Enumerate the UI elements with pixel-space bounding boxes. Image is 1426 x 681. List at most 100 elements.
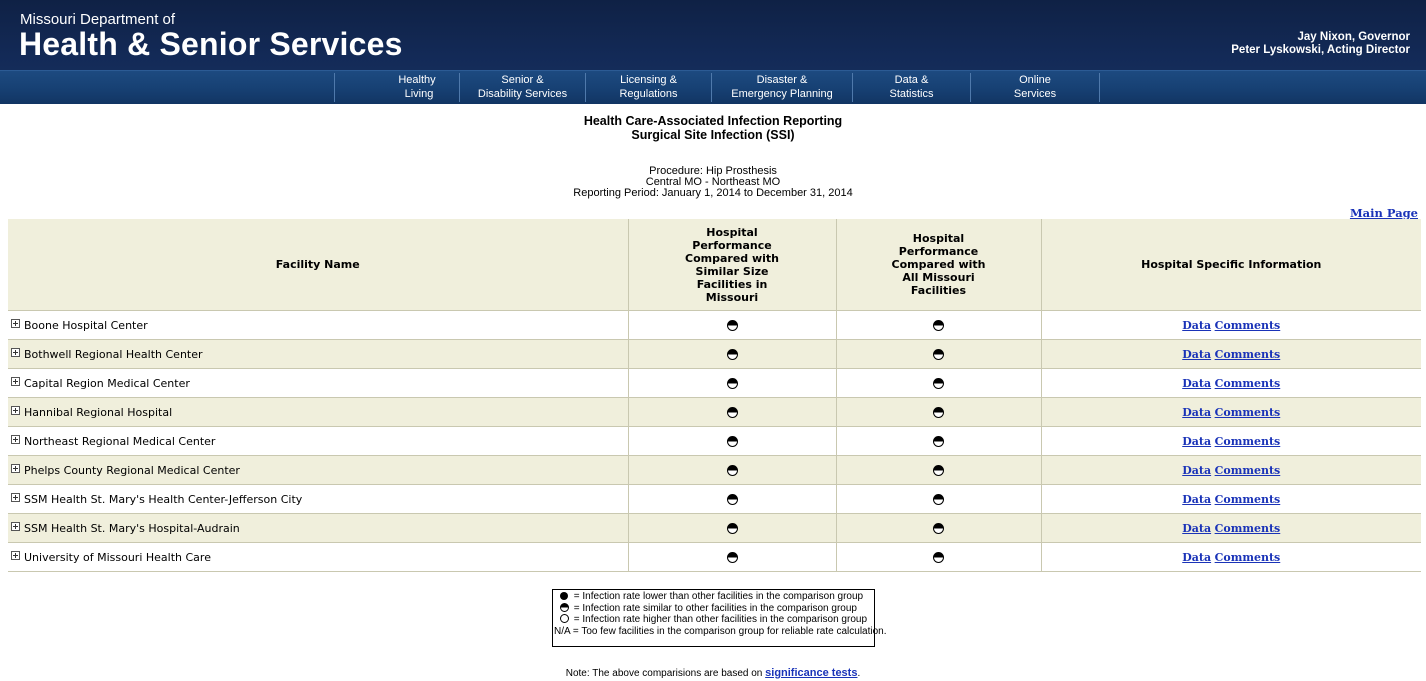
expand-icon[interactable] [11,434,20,444]
header-label: Hospital Performance Compared with All M… [891,232,986,297]
nav-disaster-emergency-planning[interactable]: Disaster & Emergency Planning [712,73,852,101]
facility-name: Capital Region Medical Center [24,376,190,390]
nav-healthy-living[interactable]: Healthy Living [335,73,459,101]
nav-label: Data & [894,74,929,86]
nav-senior-disability-services[interactable]: Senior & Disability Services [460,73,585,101]
facility-name: SSM Health St. Mary's Hospital-Audrain [24,521,240,535]
nav-online-services[interactable]: Online Services [971,73,1099,101]
data-link[interactable]: Data [1182,522,1211,535]
data-link[interactable]: Data [1182,493,1211,506]
hospital-info-cell: Data Comments [1040,310,1421,340]
half-circle-icon [726,523,738,534]
footnote: Note: The above comparisions are based o… [0,667,1426,680]
header-label: Hospital Specific Information [1141,258,1322,271]
all-missouri-cell [835,397,1041,427]
similar-size-cell [627,426,836,456]
facility-cell: Bothwell Regional Health Center [8,339,628,369]
legend-row-na: N/A = Too few facilities in the comparis… [554,625,887,638]
data-link[interactable]: Data [1182,406,1211,419]
facility-cell: Northeast Regional Medical Center [8,426,628,456]
agency-name-logo[interactable]: Health & Senior Services [19,26,403,63]
data-link[interactable]: Data [1182,319,1211,332]
expand-icon[interactable] [11,492,20,502]
expand-icon[interactable] [11,550,20,560]
half-circle-icon [726,349,738,360]
legend-row-higher: = Infection rate higher than other facil… [557,614,874,626]
half-circle-icon [933,465,944,476]
nav-label: Licensing & [620,74,677,86]
comments-link[interactable]: Comments [1215,348,1281,361]
comments-link[interactable]: Comments [1215,551,1281,564]
page-subtitle: Surgical Site Infection (SSI) [631,128,795,142]
header-label: Hospital Performance Compared with Simil… [685,225,779,304]
comments-link[interactable]: Comments [1215,522,1281,535]
nav-data-statistics[interactable]: Data & Statistics [853,73,970,101]
facility-cell: SSM Health St. Mary's Health Center-Jeff… [8,484,628,514]
half-circle-icon [933,436,944,447]
all-missouri-cell [835,426,1041,456]
data-link[interactable]: Data [1182,348,1211,361]
half-circle-icon [726,494,738,505]
data-link[interactable]: Data [1182,377,1211,390]
data-link[interactable]: Data [1182,551,1211,564]
facility-cell: Phelps County Regional Medical Center [8,455,628,485]
half-circle-icon [559,602,569,612]
na-symbol: N/A [554,625,571,637]
footnote-text: Note: The above comparisions are based o… [565,668,766,679]
hospital-info-cell: Data Comments [1040,397,1421,427]
expand-icon[interactable] [11,405,20,415]
half-circle-icon [933,349,944,360]
all-missouri-cell [835,455,1041,485]
hospital-info-cell: Data Comments [1040,368,1421,398]
hospital-info-cell: Data Comments [1040,426,1421,456]
legend-row-similar: = Infection rate similar to other facili… [557,602,874,615]
significance-tests-link[interactable]: significance tests [765,667,857,679]
nav-separator [1099,73,1100,102]
table-row: Northeast Regional Medical Center Data Co… [8,426,1421,456]
half-circle-icon [726,407,738,418]
expand-icon[interactable] [11,376,20,386]
data-link[interactable]: Data [1182,435,1211,448]
legend: = Infection rate lower than other facili… [552,589,887,647]
comments-link[interactable]: Comments [1215,435,1281,448]
all-missouri-cell [835,368,1041,398]
expand-icon[interactable] [11,463,20,473]
all-missouri-cell [835,484,1041,514]
similar-size-cell [627,310,836,340]
hospital-info-cell: Data Comments [1040,455,1421,485]
legend-text: = Too few facilities in the comparison g… [572,625,887,637]
comments-link[interactable]: Comments [1215,464,1281,477]
facility-cell: Hannibal Regional Hospital [8,397,628,427]
facility-table: Facility Name Hospital Performance Compa… [8,219,1421,572]
comments-link[interactable]: Comments [1215,406,1281,419]
nav-label: Disaster & [756,74,808,86]
site-header: Missouri Department of Health & Senior S… [0,0,1426,104]
hospital-info-cell: Data Comments [1040,513,1421,543]
expand-icon[interactable] [11,347,20,357]
nav-label: Disability Services [477,88,568,100]
facility-cell: University of Missouri Health Care [8,542,628,572]
column-header-hospital-info: Hospital Specific Information [1040,219,1421,311]
nav-label: Regulations [619,88,678,100]
column-header-all-missouri: Hospital Performance Compared with All M… [835,219,1041,311]
expand-icon[interactable] [11,318,20,328]
table-row: Boone Hospital Center Data Comments [8,310,1421,340]
all-missouri-cell [835,310,1041,340]
table-row: Phelps County Regional Medical Center Dat… [8,455,1421,485]
main-page-link[interactable]: Main Page [1350,206,1418,220]
expand-icon[interactable] [11,521,20,531]
data-link[interactable]: Data [1182,464,1211,477]
hospital-info-cell: Data Comments [1040,339,1421,369]
half-circle-icon [933,552,944,563]
nav-licensing-regulations[interactable]: Licensing & Regulations [586,73,711,101]
facility-name: Boone Hospital Center [24,318,148,332]
comments-link[interactable]: Comments [1215,319,1281,332]
reporting-period-text: Reporting Period: January 1, 2014 to Dec… [573,187,853,199]
similar-size-cell [627,339,836,369]
officials: Jay Nixon, Governor Peter Lyskowski, Act… [1231,31,1410,57]
nav-label: Emergency Planning [731,88,833,100]
comments-link[interactable]: Comments [1215,377,1281,390]
comments-link[interactable]: Comments [1215,493,1281,506]
facility-name: University of Missouri Health Care [24,550,211,564]
nav-label: Living [404,88,434,100]
